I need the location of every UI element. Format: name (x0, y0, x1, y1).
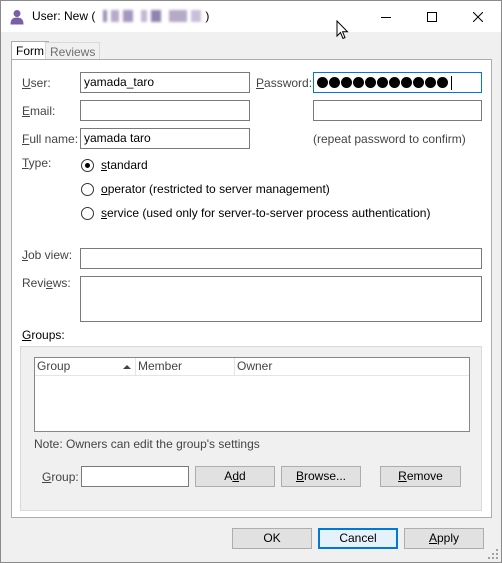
email-label: Email: (22, 104, 56, 118)
confirm-password-input[interactable] (313, 100, 482, 121)
type-radio-operator[interactable]: operator (restricted to server managemen… (81, 182, 330, 196)
password-mask (317, 73, 481, 92)
column-header-member[interactable]: Member (136, 358, 235, 376)
password-dot (389, 77, 400, 88)
column-header-group[interactable]: Group (35, 358, 136, 376)
user-dialog-window: User: New ( ) Form Reviews User: yamada_… (0, 0, 502, 563)
radio-checked-icon (81, 158, 94, 172)
tab-reviews[interactable]: Reviews (45, 42, 101, 60)
redacted-text (101, 10, 203, 22)
password-dot (353, 77, 364, 88)
type-radio-standard[interactable]: standard (81, 158, 148, 172)
resize-grip-icon[interactable] (488, 549, 498, 559)
maximize-icon (427, 11, 437, 22)
browse-button[interactable]: Browse... (281, 466, 361, 487)
groups-note: Note: Owners can edit the group's settin… (34, 437, 260, 451)
remove-group-button[interactable]: Remove (380, 466, 461, 487)
jobview-label: Job view: (22, 248, 73, 262)
password-dot (341, 77, 352, 88)
user-input[interactable]: yamada_taro (80, 72, 250, 93)
ok-button[interactable]: OK (232, 528, 312, 549)
reviews-textarea[interactable] (80, 276, 482, 322)
apply-button[interactable]: Apply (404, 528, 484, 549)
radio-label: operator (restricted to server managemen… (101, 182, 330, 196)
reviews-label: Reviews: (22, 276, 71, 290)
password-dot (401, 77, 412, 88)
minimize-icon (381, 16, 391, 18)
title-bar[interactable]: User: New ( ) (1, 1, 501, 40)
user-icon (10, 10, 24, 25)
password-label: Password: (256, 76, 313, 90)
window-title-suffix: ) (205, 9, 210, 23)
groups-label: Groups: (22, 328, 65, 342)
window-title: User: New ( ) (32, 9, 209, 23)
cancel-button[interactable]: Cancel (318, 528, 398, 549)
password-dot (413, 77, 424, 88)
confirm-hint: (repeat password to confirm) (313, 132, 466, 146)
type-label: Type: (22, 156, 52, 170)
minimize-button[interactable] (363, 1, 409, 32)
type-radio-service[interactable]: service (used only for server-to-server … (81, 206, 430, 220)
window-title-prefix: User: New ( (32, 9, 96, 23)
sort-ascending-icon (123, 365, 131, 369)
mouse-cursor-icon (336, 20, 349, 40)
password-input[interactable] (313, 72, 482, 93)
user-label: User: (22, 76, 51, 90)
groups-list[interactable]: Group Member Owner (34, 357, 470, 432)
radio-unchecked-icon (81, 182, 94, 196)
close-button[interactable] (455, 1, 501, 32)
text-caret (451, 75, 452, 90)
close-icon (473, 11, 483, 22)
password-dot (377, 77, 388, 88)
fullname-input[interactable]: yamada taro (80, 128, 250, 149)
column-header-owner[interactable]: Owner (235, 358, 469, 376)
fullname-label: Full name: (22, 132, 79, 146)
maximize-button[interactable] (409, 1, 455, 32)
jobview-input[interactable] (80, 248, 482, 269)
password-dot (317, 77, 328, 88)
password-dot (437, 77, 448, 88)
radio-label: standard (101, 158, 148, 172)
email-input[interactable] (80, 100, 250, 121)
password-dot (425, 77, 436, 88)
password-dot (329, 77, 340, 88)
password-dot (365, 77, 376, 88)
radio-label: service (used only for server-to-server … (101, 206, 431, 220)
add-group-button[interactable]: Add (195, 466, 275, 487)
group-input[interactable] (81, 466, 189, 487)
groups-list-header: Group Member Owner (35, 358, 469, 376)
radio-unchecked-icon (81, 206, 94, 220)
tab-form[interactable]: Form (11, 41, 49, 60)
group-field-label: Group: (42, 470, 79, 484)
